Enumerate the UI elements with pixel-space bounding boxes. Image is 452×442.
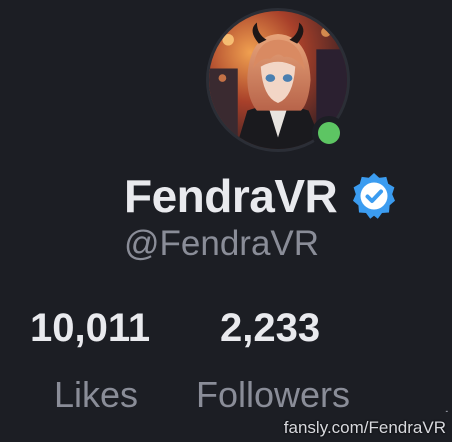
watermark-text: fansly.com/FendraVR (283, 418, 446, 437)
name-row: FendraVR (124, 168, 399, 224)
likes-count: 10,011 (30, 306, 151, 350)
online-status-icon (312, 116, 346, 150)
truncated-stat-fragment: . (444, 396, 450, 412)
followers-count: 2,233 (220, 306, 321, 350)
followers-label[interactable]: Followers (196, 374, 350, 416)
likes-label[interactable]: Likes (54, 374, 138, 416)
profile-card: FendraVR @FendraVR 10,011 Likes 2,233 Fo… (0, 0, 452, 442)
verified-badge-icon (353, 173, 396, 219)
username-handle: @FendraVR (124, 224, 320, 263)
display-name: FendraVR (124, 170, 338, 222)
online-status-dot (318, 122, 340, 144)
